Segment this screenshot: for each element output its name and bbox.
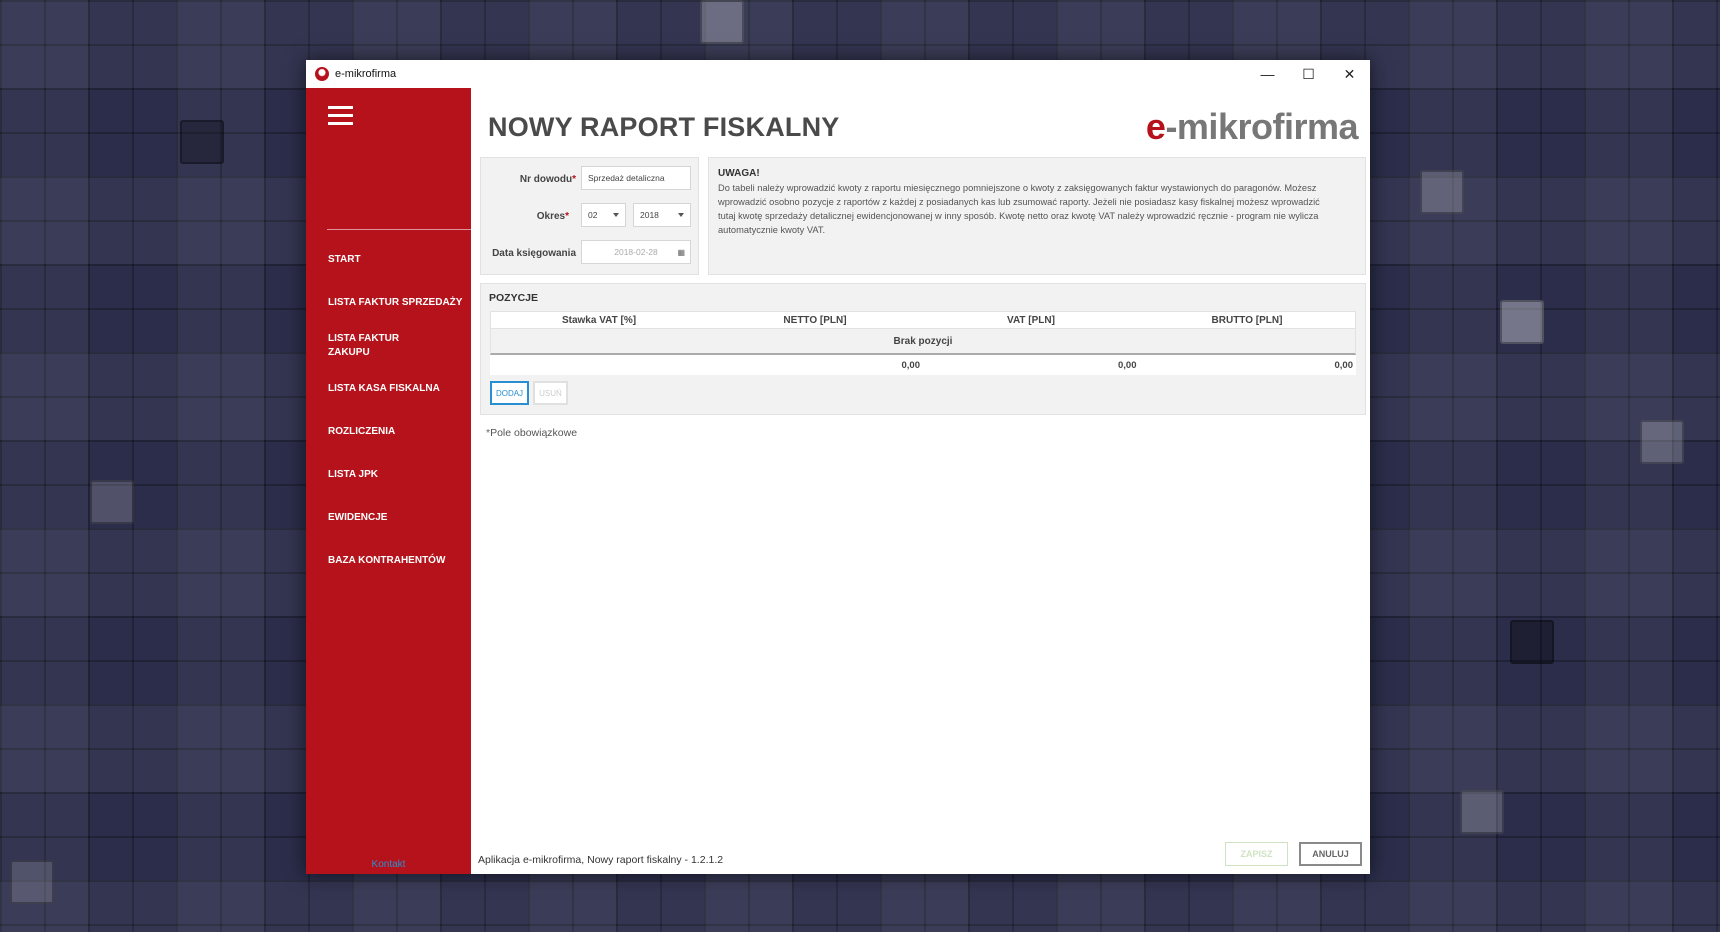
main-content: NOWY RAPORT FISKALNY e-mikrofirma Nr dow… (471, 88, 1370, 874)
sidebar-item-settlements[interactable]: ROZLICZENIA (328, 425, 468, 439)
background-tile (90, 480, 134, 524)
sidebar-item-purchase-invoices[interactable]: LISTA FAKTUR ZAKUPU (328, 332, 428, 360)
sidebar-item-start[interactable]: START (328, 253, 468, 267)
save-button[interactable]: ZAPISZ (1225, 842, 1288, 866)
table-totals-row: 0,00 0,00 0,00 (490, 355, 1356, 375)
title-bar[interactable]: e-mikrofirma — ☐ ✕ (306, 60, 1370, 88)
month-select[interactable]: 02 (581, 203, 626, 227)
hamburger-menu-icon[interactable] (328, 106, 353, 126)
nr-dowodu-field[interactable]: Sprzedaż detaliczna (581, 166, 691, 190)
status-bar-text: Aplikacja e-mikrofirma, Nowy raport fisk… (478, 854, 724, 866)
background-tile (700, 0, 744, 44)
nr-dowodu-label: Nr dowodu* (519, 174, 576, 185)
page-title: NOWY RAPORT FISKALNY (488, 112, 840, 142)
brand-logo: e-mikrofirma (1145, 106, 1359, 147)
sidebar: START LISTA FAKTUR SPRZEDAŻY LISTA FAKTU… (306, 88, 471, 874)
sidebar-divider (327, 229, 471, 230)
sidebar-item-sales-invoices[interactable]: LISTA FAKTUR SPRZEDAŻY (328, 296, 468, 310)
sidebar-item-cash-register[interactable]: LISTA KASA FISKALNA (328, 382, 468, 396)
positions-table: Stawka VAT [%] NETTO [PLN] VAT [PLN] BRU… (490, 311, 1356, 375)
add-position-button[interactable]: DODAJ (490, 381, 529, 405)
chevron-down-icon (613, 213, 619, 217)
background-tile (1420, 170, 1464, 214)
positions-panel: POZYCJE Stawka VAT [%] NETTO [PLN] VAT [… (480, 283, 1366, 415)
background-tile (1510, 620, 1554, 664)
app-window: e-mikrofirma — ☐ ✕ START LISTA FAKTUR SP… (306, 60, 1370, 874)
required-field-note: *Pole obowiązkowe (486, 427, 578, 439)
sidebar-item-jpk[interactable]: LISTA JPK (328, 468, 468, 482)
background-tile (180, 120, 224, 164)
data-ksiegowania-label: Data księgowania (492, 248, 576, 259)
year-select[interactable]: 2018 (633, 203, 691, 227)
empty-table-message: Brak pozycji (490, 329, 1356, 355)
sidebar-item-contractors[interactable]: BAZA KONTRAHENTÓW (328, 554, 468, 568)
okres-label: Okres* (536, 211, 569, 222)
background-tile (1460, 790, 1504, 834)
cancel-button[interactable]: ANULUJ (1299, 842, 1362, 866)
total-netto: 0,00 (901, 359, 921, 371)
table-header: Stawka VAT [%] NETTO [PLN] VAT [PLN] BRU… (490, 311, 1356, 329)
positions-title: POZYCJE (489, 292, 539, 304)
total-brutto: 0,00 (1334, 359, 1354, 371)
form-panel: Nr dowodu* Sprzedaż detaliczna Okres* 02… (480, 157, 699, 275)
background-tile (1640, 420, 1684, 464)
calendar-icon[interactable]: ▦ (677, 248, 685, 257)
notice-title: UWAGA! (718, 168, 760, 179)
column-header[interactable]: BRUTTO [PLN] (1139, 315, 1355, 326)
remove-position-button[interactable]: USUŃ (533, 381, 568, 405)
maximize-button[interactable]: ☐ (1288, 60, 1329, 88)
total-vat: 0,00 (1118, 359, 1137, 371)
column-header[interactable]: Stawka VAT [%] (491, 315, 707, 326)
notice-panel: UWAGA! Do tabeli należy wprowadzić kwoty… (708, 157, 1366, 275)
sidebar-item-records[interactable]: EWIDENCJE (328, 511, 468, 525)
close-button[interactable]: ✕ (1329, 60, 1370, 88)
window-title: e-mikrofirma (335, 68, 397, 80)
column-header[interactable]: VAT [PLN] (923, 315, 1139, 326)
background-tile (10, 860, 54, 904)
minimize-button[interactable]: — (1247, 60, 1288, 88)
posting-date-field[interactable]: 2018-02-28 ▦ (581, 240, 691, 264)
contact-link[interactable]: Kontakt (306, 859, 471, 870)
app-logo-icon (315, 67, 329, 81)
background-tile (1500, 300, 1544, 344)
notice-text: Do tabeli należy wprowadzić kwoty z rapo… (718, 183, 1320, 235)
column-header[interactable]: NETTO [PLN] (707, 315, 923, 326)
chevron-down-icon (678, 213, 684, 217)
